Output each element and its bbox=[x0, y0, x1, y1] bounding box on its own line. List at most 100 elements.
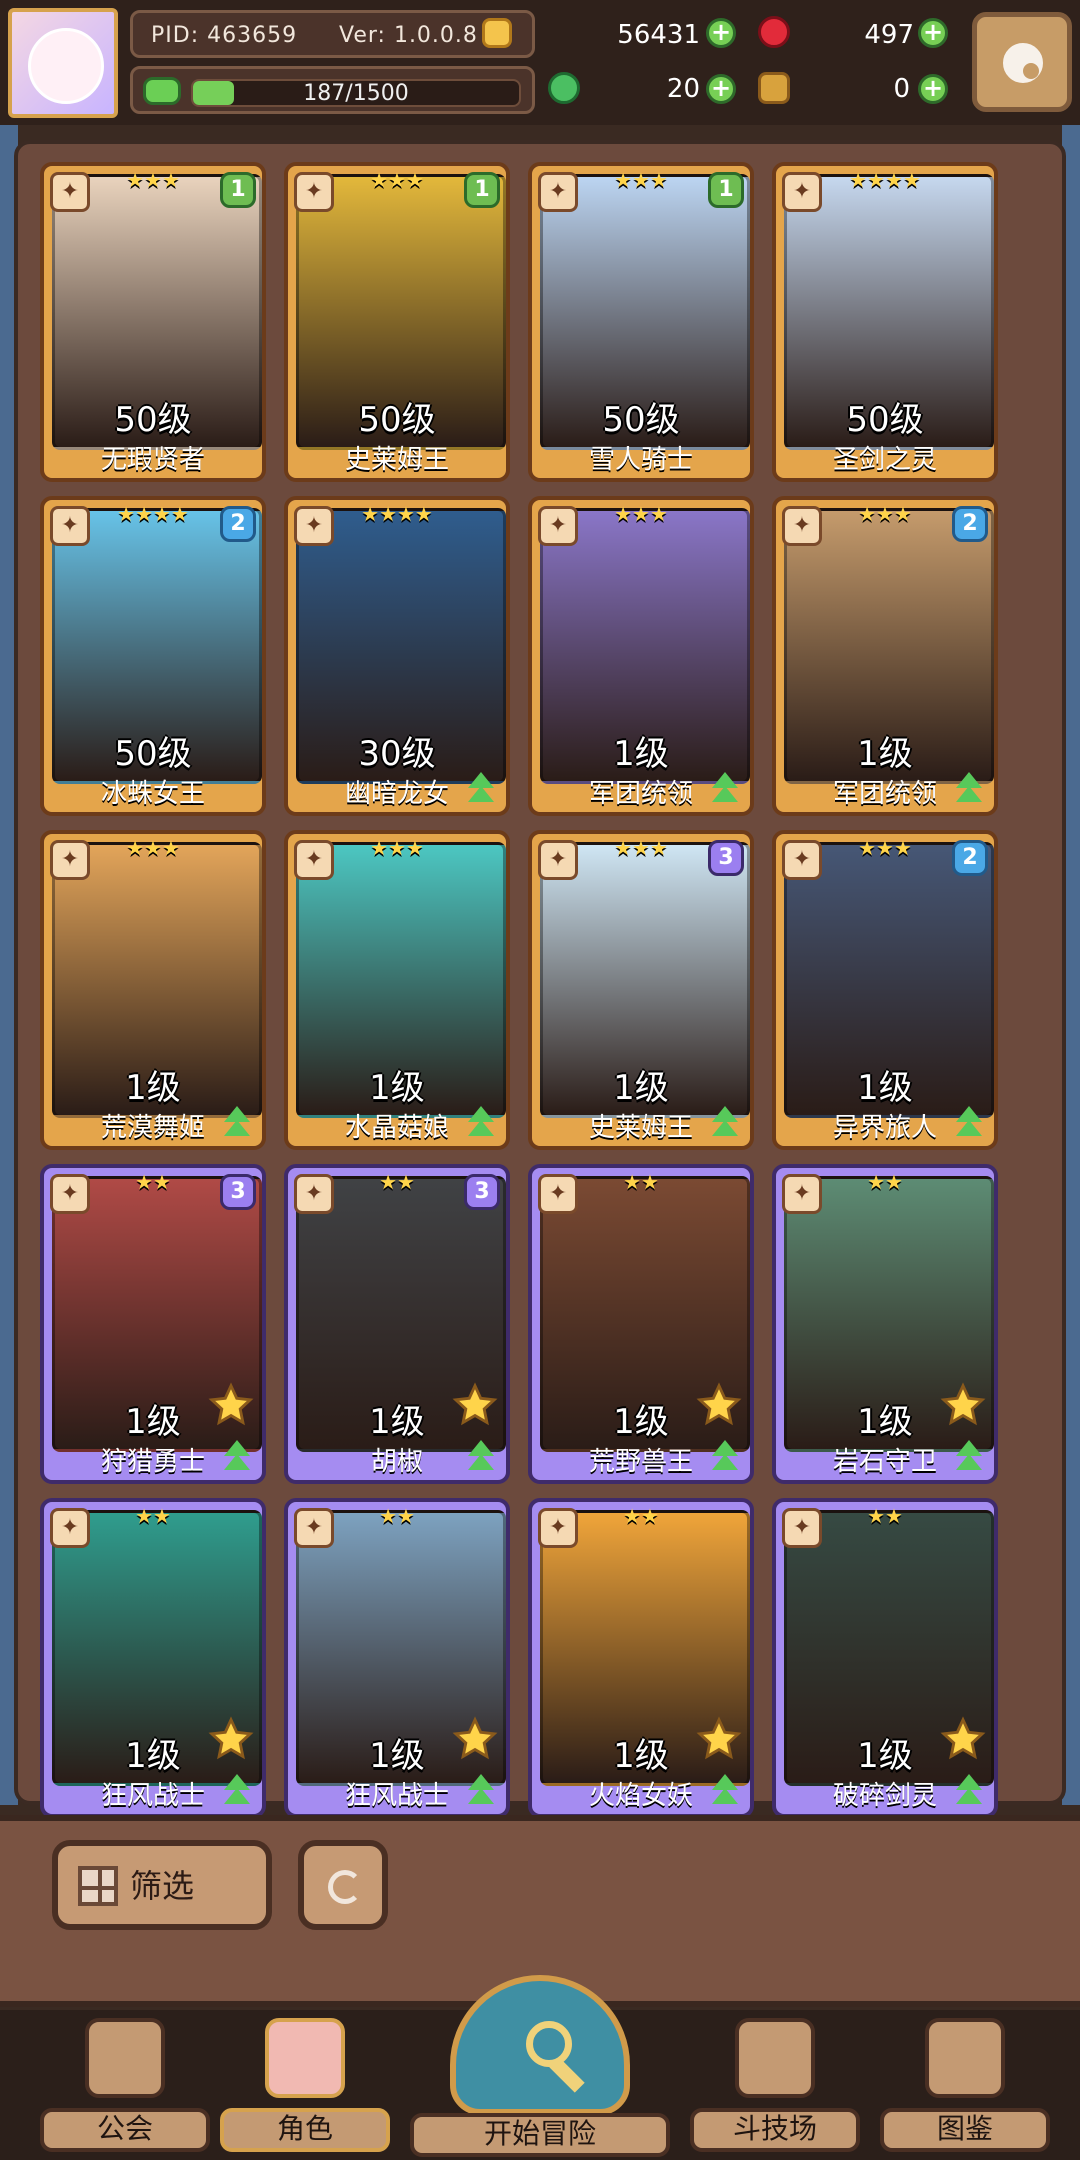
filter-label: 筛选 bbox=[129, 1867, 194, 1905]
star-upgrade-icon bbox=[208, 1382, 254, 1428]
nav-guild[interactable]: 公会 bbox=[40, 2010, 210, 2160]
character-level: 50级 bbox=[602, 400, 680, 440]
nav-role-label: 角色 bbox=[220, 2108, 390, 2152]
star-upgrade-icon bbox=[940, 1716, 986, 1762]
add-gem-button[interactable]: + bbox=[918, 18, 948, 48]
character-card[interactable]: ✦ ★★★ 1 50级 史莱姆王 bbox=[284, 162, 510, 482]
character-name: 圣剑之灵 bbox=[832, 445, 937, 475]
exp-panel: 187/1500 bbox=[130, 66, 535, 114]
gold-coin-icon bbox=[482, 18, 512, 48]
star-rating: ★★★ bbox=[370, 836, 424, 860]
character-card[interactable]: ✦ ★★ 3 1级 狩猎勇士 bbox=[40, 1164, 266, 1484]
character-grid-panel: ✦ ★★★ 1 50级 无瑕贤者 ✦ ★★★ 1 50级 史莱姆王 ✦ ★★★ 1 50级 雪人骑士 ✦ ★★★… bbox=[14, 140, 1066, 1818]
refresh-button[interactable] bbox=[298, 1840, 388, 1930]
character-card[interactable]: ✦ ★★ 1级 火焰女妖 bbox=[528, 1498, 754, 1818]
upgrade-arrow-icon bbox=[460, 768, 502, 810]
character-name: 无瑕贤者 bbox=[100, 445, 205, 475]
upgrade-arrow-icon bbox=[216, 1102, 258, 1144]
character-card[interactable]: ✦ ★★★★ 50级 圣剑之灵 bbox=[772, 162, 998, 482]
star-upgrade-icon bbox=[452, 1716, 498, 1762]
add-clover-button[interactable]: + bbox=[706, 74, 736, 104]
character-card[interactable]: ✦ ★★ 1级 狂风战士 bbox=[284, 1498, 510, 1818]
star-upgrade-icon bbox=[208, 1716, 254, 1762]
refresh-icon bbox=[328, 1870, 362, 1904]
character-card[interactable]: ✦ ★★★ 3 1级 史莱姆王 bbox=[528, 830, 754, 1150]
upgrade-arrow-icon bbox=[948, 1436, 990, 1478]
star-rating: ★★★ bbox=[126, 836, 180, 860]
rank-badge: 2 bbox=[952, 840, 988, 876]
upgrade-arrow-icon bbox=[460, 1436, 502, 1478]
upgrade-arrow-icon bbox=[704, 1102, 746, 1144]
character-card[interactable]: ✦ ★★ 1级 狂风战士 bbox=[40, 1498, 266, 1818]
character-card[interactable]: ✦ ★★★ 1级 军团统领 bbox=[528, 496, 754, 816]
star-upgrade-icon bbox=[940, 1382, 986, 1428]
character-card[interactable]: ✦ ★★ 3 1级 胡椒 bbox=[284, 1164, 510, 1484]
nav-arena-label: 斗技场 bbox=[690, 2108, 860, 2152]
book-icon bbox=[925, 2018, 1005, 2098]
upgrade-arrow-icon bbox=[460, 1770, 502, 1812]
star-rating: ★★ bbox=[135, 1504, 171, 1528]
nav-arena[interactable]: 斗技场 bbox=[690, 2010, 860, 2160]
rank-badge: 2 bbox=[952, 506, 988, 542]
gear-icon bbox=[1003, 43, 1043, 83]
star-rating: ★★ bbox=[379, 1504, 415, 1528]
character-level: 50级 bbox=[846, 400, 924, 440]
rank-badge: 1 bbox=[708, 172, 744, 208]
character-card[interactable]: ✦ ★★★ 1 50级 雪人骑士 bbox=[528, 162, 754, 482]
character-card[interactable]: ✦ ★★★ 1级 荒漠舞姬 bbox=[40, 830, 266, 1150]
add-bottle-button[interactable]: + bbox=[918, 74, 948, 104]
exp-icon bbox=[143, 77, 181, 105]
character-card[interactable]: ✦ ★★★★ 2 50级 冰蛛女王 bbox=[40, 496, 266, 816]
character-card[interactable]: ✦ ★★★ 2 1级 异界旅人 bbox=[772, 830, 998, 1150]
character-name: 冰蛛女王 bbox=[100, 779, 205, 809]
nav-codex[interactable]: 图鉴 bbox=[880, 2010, 1050, 2160]
rank-badge: 1 bbox=[220, 172, 256, 208]
rank-badge: 3 bbox=[464, 1174, 500, 1210]
avatar-portrait bbox=[28, 28, 104, 104]
rank-badge: 3 bbox=[220, 1174, 256, 1210]
bottle-amount: 0 bbox=[893, 74, 910, 104]
adventure-map-icon bbox=[450, 1975, 630, 2115]
upgrade-arrow-icon bbox=[216, 1436, 258, 1478]
nav-role[interactable]: 角色 bbox=[220, 2010, 390, 2160]
settings-button[interactable] bbox=[972, 12, 1072, 112]
exp-text: 187/1500 bbox=[303, 81, 409, 106]
star-rating: ★★★★ bbox=[361, 502, 433, 526]
bottle-icon bbox=[758, 72, 790, 104]
upgrade-arrow-icon bbox=[948, 1102, 990, 1144]
player-avatar[interactable] bbox=[8, 8, 118, 118]
character-card[interactable]: ✦ ★★ 1级 破碎剑灵 bbox=[772, 1498, 998, 1818]
nav-start-adventure[interactable]: 开始冒险 bbox=[410, 1975, 670, 2160]
star-upgrade-icon bbox=[696, 1382, 742, 1428]
star-rating: ★★ bbox=[623, 1170, 659, 1194]
magnifier-icon bbox=[526, 2021, 572, 2067]
character-card[interactable]: ✦ ★★★ 2 1级 军团统领 bbox=[772, 496, 998, 816]
character-card[interactable]: ✦ ★★ 1级 岩石守卫 bbox=[772, 1164, 998, 1484]
star-rating: ★★ bbox=[867, 1170, 903, 1194]
clover-icon bbox=[548, 72, 580, 104]
character-name: 史莱姆王 bbox=[344, 445, 449, 475]
nav-guild-label: 公会 bbox=[40, 2108, 210, 2152]
character-level: 50级 bbox=[114, 734, 192, 774]
upgrade-arrow-icon bbox=[948, 1770, 990, 1812]
character-card[interactable]: ✦ ★★ 1级 荒野兽王 bbox=[528, 1164, 754, 1484]
crossed-swords-icon bbox=[735, 2018, 815, 2098]
character-card[interactable]: ✦ ★★★ 1级 水晶菇娘 bbox=[284, 830, 510, 1150]
star-upgrade-icon bbox=[696, 1716, 742, 1762]
character-card[interactable]: ✦ ★★★ 1 50级 无瑕贤者 bbox=[40, 162, 266, 482]
upgrade-arrow-icon bbox=[460, 1102, 502, 1144]
character-card[interactable]: ✦ ★★★★ 30级 幽暗龙女 bbox=[284, 496, 510, 816]
upgrade-arrow-icon bbox=[704, 768, 746, 810]
character-level: 50级 bbox=[114, 400, 192, 440]
character-level: 50级 bbox=[358, 400, 436, 440]
clover-amount: 20 bbox=[666, 74, 700, 104]
character-face-icon bbox=[265, 2018, 345, 2098]
rank-badge: 1 bbox=[464, 172, 500, 208]
pid-label: PID: 463659 bbox=[151, 23, 298, 48]
add-gold-button[interactable]: + bbox=[706, 18, 736, 48]
filter-button[interactable]: 筛选 bbox=[52, 1840, 272, 1930]
nav-codex-label: 图鉴 bbox=[880, 2108, 1050, 2152]
star-rating: ★★ bbox=[623, 1504, 659, 1528]
rank-badge: 3 bbox=[708, 840, 744, 876]
player-id-panel: PID: 463659 Ver: 1.0.0.8 bbox=[130, 10, 535, 58]
